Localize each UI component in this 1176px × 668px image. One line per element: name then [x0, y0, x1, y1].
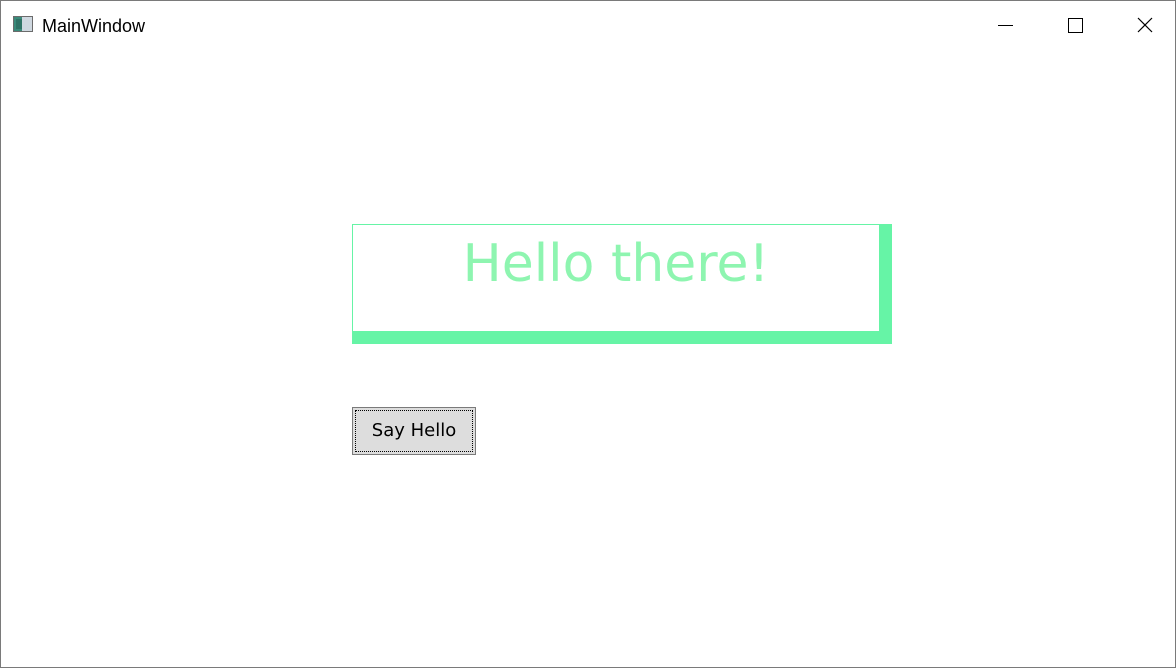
app-window-icon[interactable] — [13, 16, 33, 32]
close-button[interactable] — [1110, 1, 1175, 51]
title-bar[interactable]: MainWindow — [1, 1, 1175, 51]
main-window: MainWindow Hello there! Say Hello — [0, 0, 1176, 668]
minimize-button[interactable] — [971, 1, 1041, 51]
window-title: MainWindow — [42, 16, 146, 36]
minimize-icon — [998, 25, 1013, 26]
say-hello-button[interactable]: Say Hello — [352, 407, 476, 455]
close-icon — [1137, 17, 1153, 33]
greeting-text: Hello there! — [462, 234, 770, 294]
say-hello-label: Say Hello — [371, 420, 457, 441]
maximize-button[interactable] — [1040, 1, 1110, 51]
greeting-panel: Hello there! — [352, 224, 892, 344]
maximize-icon — [1068, 18, 1083, 33]
